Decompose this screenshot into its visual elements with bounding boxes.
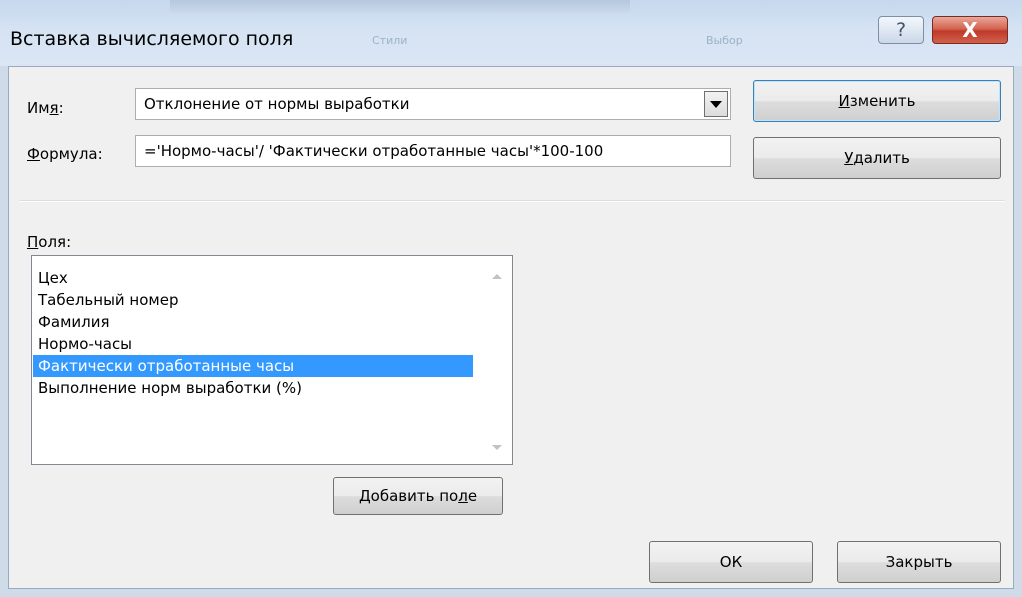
fields-label: Поля: — [27, 233, 72, 251]
close-icon: X — [962, 18, 978, 42]
formula-label: Формула: — [27, 145, 103, 163]
list-item-selected[interactable]: Фактически отработанные часы — [33, 355, 473, 377]
scroll-up-arrow-icon[interactable] — [492, 274, 502, 279]
fields-listbox[interactable]: Цех Табельный номер Фамилия Нормо-часы Ф… — [31, 255, 513, 465]
list-scrollbar[interactable] — [482, 256, 512, 464]
divider — [19, 200, 1005, 202]
dialog-window: Стили Выбор Вставка вычисляемого поля ? … — [0, 0, 1022, 597]
list-item[interactable]: Нормо-часы — [33, 333, 473, 355]
help-icon: ? — [895, 19, 907, 41]
formula-input[interactable]: ='Нормо-часы'/ 'Фактически отработанные … — [135, 135, 731, 167]
help-button[interactable]: ? — [878, 16, 924, 44]
close-button[interactable]: Закрыть — [837, 541, 1001, 583]
close-window-button[interactable]: X — [932, 16, 1008, 44]
scroll-down-arrow-icon[interactable] — [492, 445, 502, 450]
modify-button[interactable]: Изменить — [753, 80, 1001, 122]
list-item[interactable]: Выполнение норм выработки (%) — [33, 377, 473, 399]
add-field-button[interactable]: Добавить по л е — [333, 477, 503, 515]
background-label-select: Выбор — [706, 34, 743, 47]
list-item[interactable]: Табельный номер — [33, 289, 473, 311]
ok-button[interactable]: ОК — [649, 541, 813, 583]
dialog-body: Имя: Отклонение от нормы выработки Форму… — [8, 66, 1014, 589]
name-value: Отклонение от нормы выработки — [144, 95, 410, 113]
formula-value: ='Нормо-часы'/ 'Фактически отработанные … — [144, 142, 604, 160]
list-item[interactable]: Фамилия — [33, 311, 473, 333]
list-item[interactable]: Цех — [33, 267, 473, 289]
chevron-down-icon[interactable] — [704, 91, 728, 117]
background-ribbon — [170, 0, 630, 14]
name-label: Имя: — [27, 99, 64, 117]
delete-button[interactable]: Удалить — [753, 137, 1001, 179]
background-label-styles: Стили — [372, 34, 408, 47]
dialog-title: Вставка вычисляемого поля — [10, 28, 294, 50]
title-bar: Стили Выбор Вставка вычисляемого поля ? … — [0, 0, 1022, 66]
name-combobox[interactable]: Отклонение от нормы выработки — [135, 88, 731, 120]
